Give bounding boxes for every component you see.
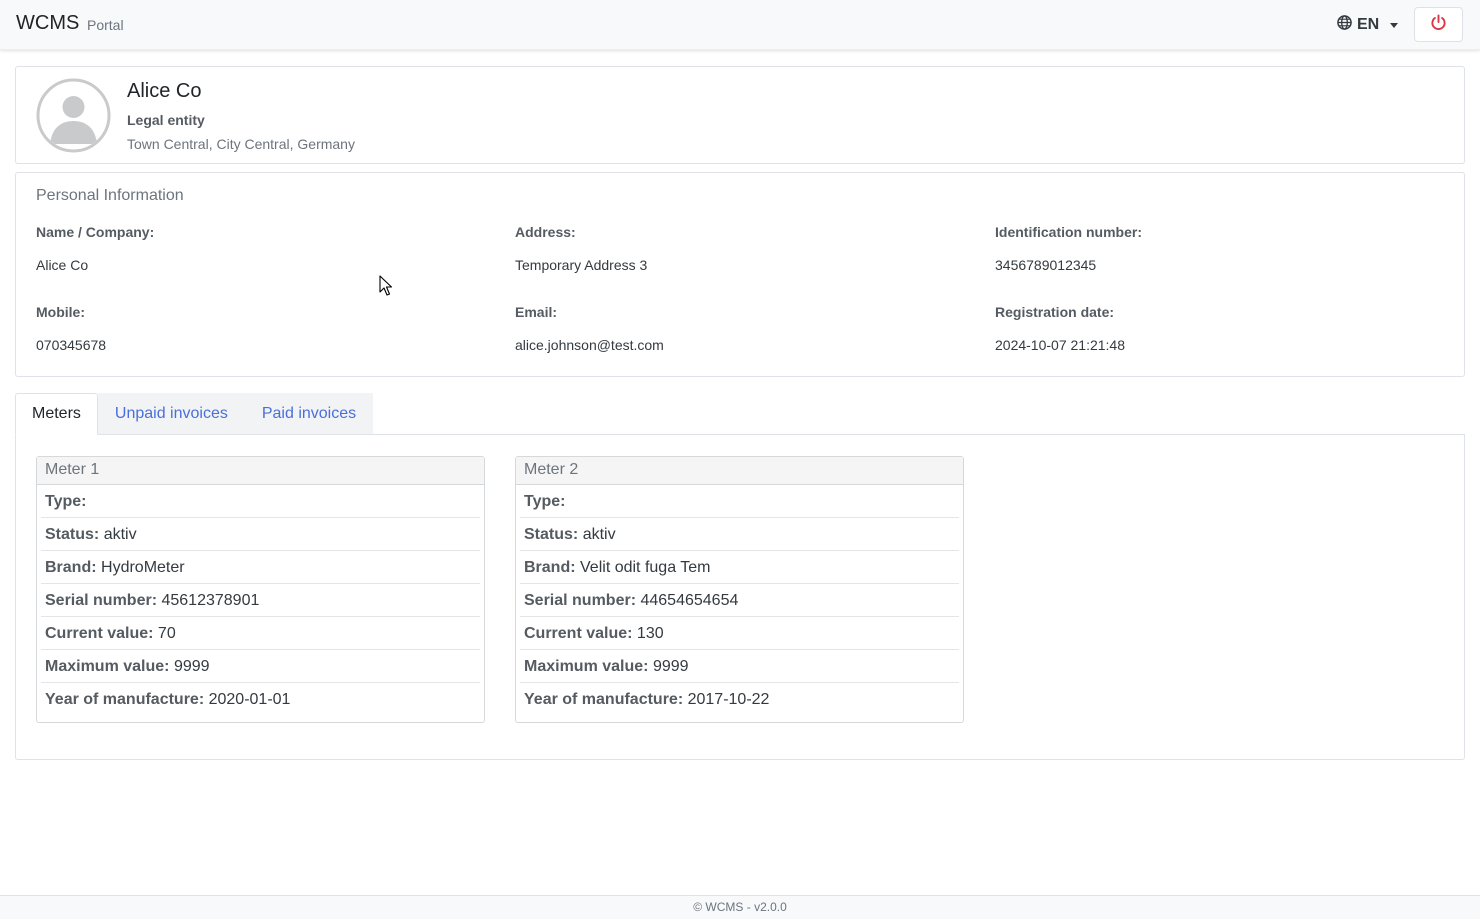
meter-maximum-row: Maximum value: 9999 — [41, 650, 480, 683]
meter-status-row: Status: aktiv — [520, 518, 959, 551]
registration-date-value: 2024-10-07 21:21:48 — [995, 337, 1125, 353]
mobile-label: Mobile: — [36, 304, 85, 320]
meter-year-value: 2020-01-01 — [208, 691, 291, 708]
meter-maximum-label: Maximum value: — [524, 658, 649, 675]
footer-text: © WCMS - v2.0.0 — [693, 900, 787, 914]
meter-current-label: Current value: — [45, 625, 154, 642]
language-label: EN — [1357, 16, 1380, 33]
tab-meters[interactable]: Meters — [15, 393, 98, 435]
chevron-down-icon — [1390, 23, 1399, 28]
meter-serial-row: Serial number: 45612378901 — [41, 584, 480, 617]
meter-brand-value: Velit odit fuga Tem — [580, 559, 711, 576]
meter-serial-value: 44654654654 — [640, 592, 739, 609]
meter-maximum-row: Maximum value: 9999 — [520, 650, 959, 683]
meter-serial-value: 45612378901 — [161, 592, 260, 609]
meter-title: Meter 1 — [37, 457, 484, 485]
meter-current-row: Current value: 130 — [520, 617, 959, 650]
language-selector[interactable]: EN — [1337, 14, 1399, 36]
meter-current-value: 70 — [157, 625, 176, 642]
meter-year-value: 2017-10-22 — [687, 691, 770, 708]
meter-status-value: aktiv — [103, 526, 137, 543]
meter-current-row: Current value: 70 — [41, 617, 480, 650]
footer: © WCMS - v2.0.0 — [0, 895, 1480, 919]
meter-maximum-value: 9999 — [173, 658, 210, 675]
brand-title[interactable]: WCMS — [16, 12, 79, 35]
mobile-value: 070345678 — [36, 337, 107, 353]
email-label: Email: — [515, 304, 558, 320]
personal-information-card: Personal Information Name / Company: Ali… — [15, 172, 1465, 377]
meter-brand-value: HydroMeter — [101, 559, 185, 576]
name-label: Name / Company: — [36, 224, 155, 240]
meter-status-label: Status: — [524, 526, 579, 543]
tab-bar: Meters Unpaid invoices Paid invoices — [15, 393, 374, 435]
name-value: Alice Co — [36, 257, 89, 273]
power-icon — [1430, 13, 1447, 36]
address-label: Address: — [515, 224, 576, 240]
top-navbar: WCMS Portal EN — [0, 0, 1480, 50]
identification-number-label: Identification number: — [995, 224, 1142, 240]
meter-brand-row: Brand: HydroMeter — [41, 551, 480, 584]
meter-card: Meter 2 Type: Status: aktiv Brand: Velit… — [515, 456, 964, 723]
section-title: Personal Information — [36, 187, 184, 204]
meter-title: Meter 2 — [516, 457, 963, 485]
meter-year-label: Year of manufacture: — [45, 691, 205, 708]
meter-status-value: aktiv — [582, 526, 616, 543]
globe-icon — [1337, 15, 1352, 35]
profile-location: Town Central, City Central, Germany — [127, 136, 355, 152]
meter-current-label: Current value: — [524, 625, 633, 642]
meter-serial-label: Serial number: — [524, 592, 637, 609]
meter-type-label: Type: — [524, 493, 566, 510]
profile-card: Alice Co Legal entity Town Central, City… — [15, 66, 1465, 164]
registration-date-label: Registration date: — [995, 304, 1115, 320]
meter-brand-label: Brand: — [524, 559, 576, 576]
meter-type-label: Type: — [45, 493, 87, 510]
meter-brand-label: Brand: — [45, 559, 97, 576]
profile-name: Alice Co — [127, 80, 202, 102]
tab-paid-invoices[interactable]: Paid invoices — [244, 393, 374, 435]
meter-year-label: Year of manufacture: — [524, 691, 684, 708]
meter-maximum-label: Maximum value: — [45, 658, 170, 675]
meter-serial-label: Serial number: — [45, 592, 158, 609]
email-value: alice.johnson@test.com — [515, 337, 664, 353]
address-value: Temporary Address 3 — [515, 257, 648, 273]
meter-type-row: Type: — [520, 485, 959, 518]
identification-number-value: 3456789012345 — [995, 257, 1097, 273]
meter-card: Meter 1 Type: Status: aktiv Brand: Hydro… — [36, 456, 485, 723]
tab-unpaid-invoices[interactable]: Unpaid invoices — [97, 393, 245, 435]
meter-current-value: 130 — [636, 625, 664, 642]
profile-type: Legal entity — [127, 112, 205, 128]
brand-subtitle: Portal — [87, 17, 124, 33]
avatar — [36, 78, 111, 153]
meter-serial-row: Serial number: 44654654654 — [520, 584, 959, 617]
tab-content-meters: Meter 1 Type: Status: aktiv Brand: Hydro… — [15, 434, 1465, 760]
meter-year-row: Year of manufacture: 2020-01-01 — [41, 683, 480, 716]
mouse-cursor-icon — [379, 275, 393, 302]
meter-brand-row: Brand: Velit odit fuga Tem — [520, 551, 959, 584]
logout-button[interactable] — [1414, 7, 1463, 42]
meter-type-row: Type: — [41, 485, 480, 518]
meter-year-row: Year of manufacture: 2017-10-22 — [520, 683, 959, 716]
meter-status-label: Status: — [45, 526, 100, 543]
meter-status-row: Status: aktiv — [41, 518, 480, 551]
meter-maximum-value: 9999 — [652, 658, 689, 675]
